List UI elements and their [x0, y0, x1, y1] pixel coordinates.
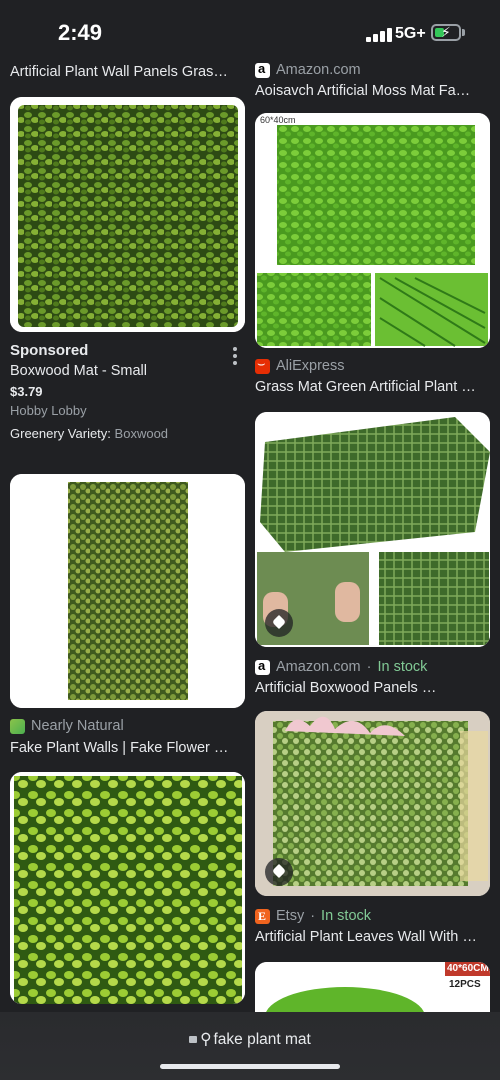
store-name: Hobby Lobby — [10, 403, 87, 418]
boxwood-mat-svg — [10, 97, 245, 332]
result-title[interactable]: Aoisavch Artificial Moss Mat Fa… — [255, 83, 480, 99]
status-bar: 2:49 5G+ ⚡ — [0, 0, 500, 62]
result-source: Etsy · In stock — [255, 906, 490, 926]
boxwood-panels-image[interactable] — [255, 711, 490, 896]
grass-mat-image[interactable] — [255, 412, 490, 647]
attribute-value: Boxwood — [114, 426, 169, 441]
sponsored-label: Sponsored — [10, 342, 89, 359]
result-title[interactable]: Artificial Boxwood Panels … — [255, 680, 480, 696]
battery-tip — [462, 29, 465, 36]
sponsored-result-card[interactable]: Sponsored Boxwood Mat - Small $3.79 Hobb… — [10, 97, 245, 441]
amazon-favicon-icon — [255, 658, 270, 675]
result-title[interactable]: Artificial Plant Wall Panels Gras… — [10, 64, 235, 80]
status-time: 2:49 — [58, 20, 103, 45]
image-size-text: 40*60CM — [447, 963, 489, 974]
more-options-icon[interactable] — [233, 347, 237, 368]
result-card[interactable]: Amazon.com · In stock Artificial Boxwood… — [255, 657, 490, 896]
nearly-natural-favicon-icon — [10, 718, 25, 734]
source-name: Amazon.com — [276, 62, 361, 78]
shopping-tag-icon[interactable] — [265, 609, 293, 637]
battery-icon: ⚡ — [431, 24, 461, 41]
product-price: $3.79 — [10, 384, 43, 399]
result-source: Nearly Natural — [10, 716, 245, 736]
cell-signal-icon — [366, 28, 392, 42]
stock-status: In stock — [377, 659, 428, 675]
image-size-text: 60*40cm — [260, 115, 296, 125]
attribute-label: Greenery Variety: — [10, 426, 111, 441]
moss-mat-svg — [255, 113, 490, 348]
source-name: Amazon.com — [276, 659, 361, 675]
image-count-text: 12PCS — [449, 979, 481, 990]
results-column-left: Artificial Plant Wall Panels Gras… Spons… — [10, 60, 245, 1004]
result-card[interactable] — [10, 772, 245, 1004]
results-column-right: Amazon.com Aoisavch Artificial Moss Mat … — [255, 60, 490, 1022]
source-name: Nearly Natural — [31, 718, 124, 734]
result-title[interactable]: Grass Mat Green Artificial Plant … — [255, 379, 480, 395]
grass-mat-svg — [255, 412, 490, 647]
result-title[interactable]: Artificial Plant Leaves Wall With … — [255, 929, 480, 945]
result-source: Amazon.com · In stock — [255, 657, 490, 677]
leaf-grid-mat-image[interactable] — [10, 772, 245, 1004]
leaf-grid-mat-svg — [10, 772, 245, 1004]
source-name: Etsy — [276, 908, 305, 924]
lock-icon — [189, 1036, 198, 1043]
moss-mat-image[interactable]: 60*40cm — [255, 113, 490, 348]
result-source: Amazon.com — [255, 60, 490, 80]
shopping-tag-icon[interactable] — [265, 858, 293, 886]
search-icon: ⚲ — [200, 1031, 212, 1048]
etsy-favicon-icon — [255, 908, 270, 924]
result-card[interactable]: Etsy · In stock Artificial Plant Leaves … — [255, 906, 490, 1022]
result-card[interactable]: AliExpress Grass Mat Green Artificial Pl… — [255, 356, 490, 647]
result-card[interactable]: Nearly Natural Fake Plant Walls | Fake F… — [10, 474, 245, 756]
plant-panel-image[interactable] — [10, 474, 245, 708]
amazon-favicon-icon — [255, 61, 270, 78]
network-type: 5G+ — [395, 25, 426, 42]
search-query: fake plant mat — [213, 1031, 311, 1048]
plant-panel-svg — [10, 474, 245, 708]
boxwood-mat-image[interactable] — [10, 97, 245, 332]
result-title[interactable]: Fake Plant Walls | Fake Flower … — [10, 740, 235, 756]
product-title[interactable]: Boxwood Mat - Small — [10, 363, 235, 379]
result-source: AliExpress — [255, 356, 490, 376]
aliexpress-favicon-icon — [255, 356, 270, 374]
stock-status: In stock — [321, 908, 372, 924]
address-bar-url[interactable]: ⚲ fake plant mat — [0, 1030, 500, 1049]
result-card[interactable]: Amazon.com Aoisavch Artificial Moss Mat … — [255, 60, 490, 348]
home-indicator[interactable] — [160, 1064, 340, 1069]
source-name: AliExpress — [276, 358, 345, 374]
